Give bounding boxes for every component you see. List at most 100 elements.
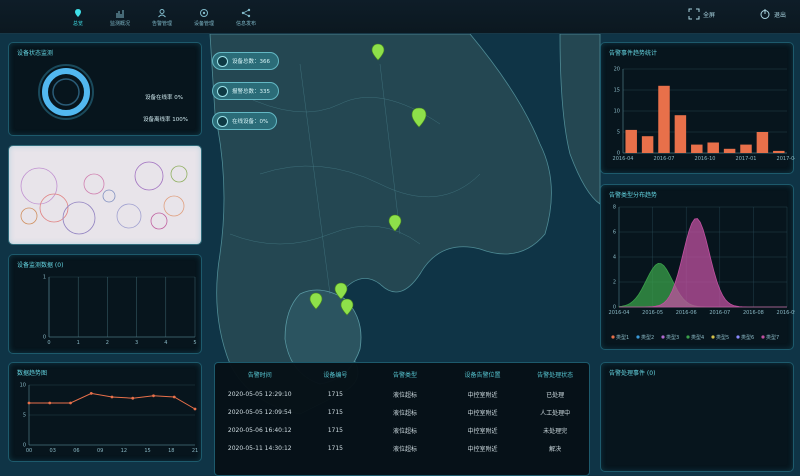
table-cell: 已处理 <box>546 391 565 399</box>
top-navigation-bar: 总览 监测概况 告警管理 设备管理 信息发布 全屏 退出 <box>0 0 800 34</box>
bar <box>674 115 687 153</box>
alarm-table: 告警时间 设备编号 告警类型 设备告警位置 告警处理状态 2020-05-05 12:2… <box>214 362 590 476</box>
line-point <box>89 392 93 395</box>
y-tick-label: 6 <box>613 230 616 236</box>
table-row[interactable]: 2020-05-06 16:40:12 1715 液位超标 中控室附近 未处理完 <box>215 421 589 439</box>
legend-swatch <box>636 335 640 339</box>
legend-label: 类型2 <box>641 334 654 341</box>
table-row[interactable]: 2020-05-05 12:29:10 1715 液位超标 中控室附近 已处理 <box>215 385 589 403</box>
table-cell: 液位超标 <box>392 391 417 399</box>
y-tick-label: 15 <box>614 88 620 94</box>
legend-swatch <box>686 335 690 339</box>
line-point <box>27 401 31 405</box>
table-cell: 液位超标 <box>392 445 417 453</box>
table-cell: 人工处理中 <box>540 409 571 417</box>
legend-swatch <box>711 335 715 339</box>
x-tick-label: 3 <box>135 340 138 346</box>
pill-label: 设备总数：366 <box>232 59 270 65</box>
bar <box>723 148 736 153</box>
trend-line-chart: 051000 03 06 09 12 15 18 21 <box>20 383 199 455</box>
legend-label: 类型6 <box>741 334 754 341</box>
legend-label: 类型7 <box>766 334 779 341</box>
table-cell: 解决 <box>549 445 562 453</box>
legend-swatch <box>611 335 615 339</box>
legend-swatch <box>761 335 765 339</box>
logout-button[interactable]: 退出 <box>759 8 786 20</box>
bar <box>740 144 752 153</box>
table-cell: 液位超标 <box>392 409 417 417</box>
x-tick-label: 00 <box>26 448 32 454</box>
nav-item-4[interactable]: 信息发布 <box>228 4 264 30</box>
chart-icon <box>116 9 124 17</box>
pill-label: 报警总数：335 <box>232 89 270 95</box>
bar <box>641 136 654 153</box>
column-header: 告警处理状态 <box>537 371 574 379</box>
x-tick-label: 0 <box>47 340 50 346</box>
x-tick-label: 18 <box>168 448 174 454</box>
x-tick-label: 12 <box>121 448 127 454</box>
device-distribution-panel <box>8 145 202 245</box>
nav-item-2[interactable]: 告警管理 <box>144 4 180 30</box>
table-cell: 2020-05-06 16:40:12 <box>227 426 292 434</box>
location-icon <box>75 8 81 17</box>
nav-item-0[interactable]: 总览 <box>60 4 96 30</box>
bar <box>658 85 670 153</box>
nav-item-1[interactable]: 监测概况 <box>102 4 138 30</box>
table-cell: 未处理完 <box>543 427 568 435</box>
legend-label: 类型3 <box>666 334 679 341</box>
y-tick-label: 20 <box>614 67 620 73</box>
nav-item-3[interactable]: 设备管理 <box>186 4 222 30</box>
y-tick-label: 5 <box>617 130 620 136</box>
bar <box>773 150 785 153</box>
column-header: 告警时间 <box>247 371 272 379</box>
x-tick-label: 21 <box>192 448 198 454</box>
legend-label: 类型1 <box>616 334 629 341</box>
bar <box>691 144 703 153</box>
x-tick-label: 2017-04 <box>777 156 795 162</box>
table-row[interactable]: 2020-05-05 12:09:54 1715 液位超标 中控室附近 人工处理中 <box>215 403 589 421</box>
user-icon <box>158 8 166 17</box>
x-tick-label: 2016-05 <box>642 310 663 316</box>
fullscreen-button[interactable]: 全屏 <box>688 8 715 20</box>
table-header: 告警时间 设备编号 告警类型 设备告警位置 告警处理状态 <box>215 363 589 385</box>
table-cell: 2020-05-05 12:29:10 <box>227 390 292 398</box>
y-tick-label: 4 <box>613 255 616 261</box>
x-tick-label: 06 <box>73 448 79 454</box>
table-cell: 1715 <box>327 408 343 416</box>
column-header: 设备告警位置 <box>464 371 501 379</box>
x-tick-label: 2016-04 <box>609 310 630 316</box>
bar <box>707 142 719 153</box>
line-point <box>193 407 197 411</box>
monitoring-chart: 0 1 0 1 2 3 4 5 <box>43 275 197 347</box>
table-cell: 液位超标 <box>392 427 417 435</box>
online-icon <box>217 115 228 127</box>
alarm-icon <box>217 85 228 97</box>
line-point <box>152 394 155 398</box>
table-cell: 1715 <box>327 444 343 452</box>
table-cell: 2020-05-11 14:30:12 <box>227 444 292 452</box>
alarm-area-chart: 024682016-04 2016-05 2016-06 2016-07 2016-08… <box>609 205 795 342</box>
x-tick-label: 09 <box>97 448 103 454</box>
map-stat-online-rate[interactable]: 在线设备：0% <box>212 112 278 130</box>
table-cell: 1715 <box>327 426 343 434</box>
map-stat-alarm-total[interactable]: 报警总数：335 <box>212 82 279 100</box>
x-tick-label: 2016-08 <box>743 310 764 316</box>
alarm-type-panel: 告警类型分布趋势 0 2 4 6 8 2016-04 2016-05 2016-06 2016-… <box>600 184 795 350</box>
alarm-handling-panel: 告警处理事件 (0) <box>600 362 794 472</box>
table-cell: 1715 <box>327 390 343 398</box>
top-right-actions: 全屏 退出 <box>688 8 786 20</box>
y-tick-label: 2 <box>613 280 616 286</box>
x-tick-label: 4 <box>164 340 167 346</box>
table-cell: 中控室附近 <box>467 391 498 399</box>
device-icon <box>217 55 228 67</box>
nav-menu: 总览 监测概况 告警管理 设备管理 信息发布 <box>60 4 264 30</box>
table-row[interactable]: 2020-05-11 14:30:12 1715 液位超标 中控室附近 解决 <box>215 439 589 457</box>
alarm-bar-chart: 051015202016-04 2016-07 2016-10 2017-01 2017… <box>613 67 795 163</box>
map-stat-device-total[interactable]: 设备总数：366 <box>212 52 279 70</box>
panel-title: 告警处理事件 (0) <box>609 370 656 377</box>
nav-label: 监测概况 <box>109 20 130 27</box>
x-tick-label: 15 <box>144 448 150 454</box>
x-tick-label: 1 <box>77 340 80 346</box>
online-rate-text: 设备在线率 0% <box>145 95 183 101</box>
bubble-distribution-chart <box>20 161 188 235</box>
